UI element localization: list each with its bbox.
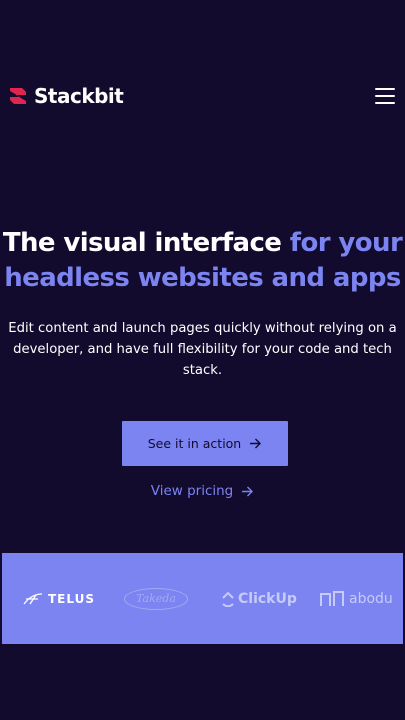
abodu-logo: abodu [320, 553, 393, 644]
clickup-logo: ClickUp [221, 553, 297, 644]
takeda-logo-text: Takeda [136, 592, 176, 605]
telus-logo: TELUS [22, 553, 95, 644]
abodu-logo-icon [320, 590, 344, 606]
hero-title: The visual interface for your headless w… [0, 226, 405, 296]
view-pricing-link[interactable]: View pricing [0, 480, 405, 502]
arrow-right-icon [242, 486, 254, 496]
arrow-right-icon [250, 438, 262, 449]
see-it-in-action-button[interactable]: See it in action [122, 421, 288, 466]
abodu-logo-text: abodu [349, 590, 393, 607]
brand-name: Stackbit [34, 84, 124, 108]
telus-logo-icon [23, 592, 43, 604]
see-it-in-action-label: See it in action [147, 436, 242, 451]
brand-link[interactable]: Stackbit [8, 84, 124, 108]
telus-logo-text: TELUS [48, 591, 95, 606]
hero-title-main: The visual interface [2, 228, 290, 258]
takeda-logo: Takeda [124, 553, 188, 644]
clickup-logo-icon [222, 591, 234, 607]
customer-logos-strip: TELUS Takeda ClickUp abodu [2, 553, 403, 644]
view-pricing-label: View pricing [150, 483, 234, 499]
clickup-logo-text: ClickUp [238, 590, 297, 607]
hamburger-menu-icon[interactable] [375, 88, 395, 104]
site-header: Stackbit [8, 82, 395, 110]
stackbit-logo-icon [10, 88, 26, 104]
landing-page: Stackbit The visual interface for your h… [0, 0, 405, 720]
hero-subtitle: Edit content and launch pages quickly wi… [8, 321, 397, 378]
takeda-logo-ring: Takeda [124, 587, 188, 610]
